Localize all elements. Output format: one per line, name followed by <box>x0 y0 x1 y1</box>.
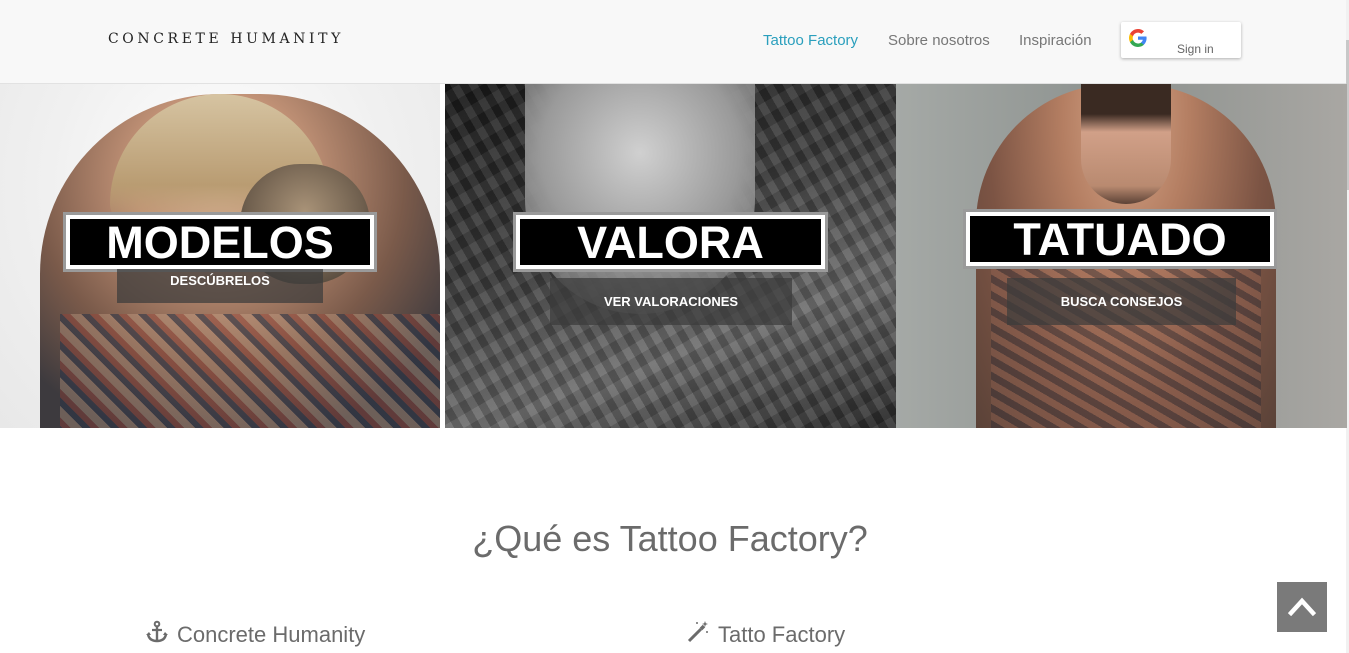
nav-link-tattoo-factory[interactable]: Tattoo Factory <box>763 32 858 49</box>
feature-label: Concrete Humanity <box>177 622 366 647</box>
brand-logo[interactable]: CONCRETE HUMANITY <box>108 31 344 47</box>
hero-panel-modelos[interactable]: MODELOS DESCÚBRELOS <box>0 84 440 428</box>
feature-label: Tatto Factory <box>718 622 846 647</box>
hero-panel-tatuado[interactable]: TATUADO BUSCA CONSEJOS <box>896 84 1347 428</box>
section-title: ¿Qué es Tattoo Factory? <box>472 518 868 559</box>
scroll-to-top-button[interactable] <box>1277 582 1327 632</box>
hero-panel-valora[interactable]: VALORA VER VALORACIONES <box>445 84 896 428</box>
top-navbar: CONCRETE HUMANITY Tattoo Factory Sobre n… <box>0 0 1349 84</box>
button-busca-consejos[interactable]: BUSCA CONSEJOS <box>1007 278 1236 325</box>
chevron-up-icon <box>1288 597 1316 616</box>
hero-title-valora: VALORA <box>513 212 828 272</box>
signin-label: Sign in <box>1177 42 1214 56</box>
nav-link-inspiracion[interactable]: Inspiración <box>1019 32 1092 49</box>
hero-tattoos <box>60 314 440 428</box>
magic-wand-icon <box>687 621 708 643</box>
feature-tatto-factory: Tatto Factory <box>686 620 845 648</box>
nav-link-sobre-nosotros[interactable]: Sobre nosotros <box>888 32 990 49</box>
button-descubrelos[interactable]: DESCÚBRELOS <box>117 269 323 303</box>
hero-head <box>1081 84 1171 204</box>
hero-title-tatuado: TATUADO <box>963 209 1277 269</box>
google-icon <box>1129 29 1147 47</box>
anchor-icon <box>146 620 168 643</box>
google-signin-button[interactable]: Sign in <box>1121 22 1241 58</box>
button-ver-valoraciones[interactable]: VER VALORACIONES <box>550 278 792 325</box>
feature-concrete-humanity: Concrete Humanity <box>145 620 365 648</box>
hero-title-modelos: MODELOS <box>63 212 377 272</box>
